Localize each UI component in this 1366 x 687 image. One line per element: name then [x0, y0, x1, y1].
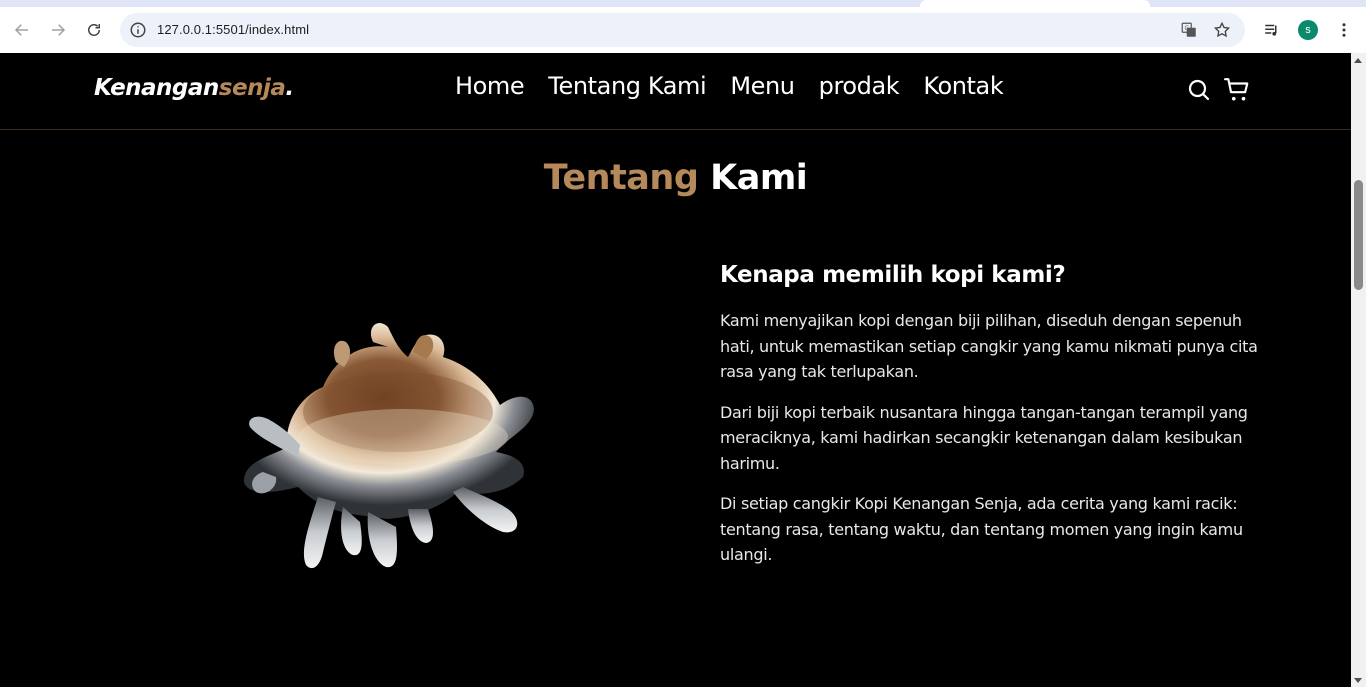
- back-icon[interactable]: [10, 18, 34, 42]
- nav-link-kontak[interactable]: Kontak: [923, 72, 1003, 100]
- about-heading: Kenapa memilih kopi kami?: [720, 262, 1066, 288]
- logo-main-text: Kenangan: [94, 75, 219, 101]
- site-info-icon[interactable]: [129, 21, 147, 39]
- scroll-up-arrow-icon[interactable]: [1354, 58, 1362, 63]
- nav-link-prodak[interactable]: prodak: [819, 72, 900, 100]
- nav-link-home[interactable]: Home: [455, 72, 525, 100]
- tab-strip: [0, 0, 1366, 7]
- section-title: Tentang Kami: [0, 158, 1351, 198]
- nav-icons: [1186, 77, 1250, 103]
- nav-link-menu[interactable]: Menu: [730, 72, 795, 100]
- logo-dot: .: [285, 75, 294, 101]
- section-title-main: Kami: [710, 158, 808, 198]
- scrollbar-thumb[interactable]: [1354, 180, 1363, 290]
- media-icon[interactable]: [1260, 18, 1284, 42]
- address-bar[interactable]: 127.0.0.1:5501/index.html G: [120, 13, 1245, 47]
- active-tab[interactable]: [920, 0, 1150, 7]
- about-paragraph: Kami menyajikan kopi dengan biji pilihan…: [720, 311, 1258, 381]
- translate-icon[interactable]: G: [1180, 21, 1198, 39]
- about-paragraph: Di setiap cangkir Kopi Kenangan Senja, a…: [720, 494, 1243, 564]
- logo-accent-text: senja: [218, 75, 286, 101]
- forward-icon[interactable]: [46, 18, 70, 42]
- cart-icon[interactable]: [1224, 77, 1250, 103]
- nav-menu: Home Tentang Kami Menu prodak Kontak: [455, 72, 1027, 100]
- coffee-splash-image: [238, 287, 538, 569]
- browser-toolbar: 127.0.0.1:5501/index.html G s: [0, 7, 1366, 53]
- profile-avatar[interactable]: s: [1298, 20, 1318, 40]
- kebab-menu-icon[interactable]: [1332, 18, 1356, 42]
- scroll-down-arrow-icon[interactable]: [1354, 678, 1362, 683]
- bookmark-star-icon[interactable]: [1213, 21, 1231, 39]
- page-viewport: Kenangansenja. Home Tentang Kami Menu pr…: [0, 53, 1351, 687]
- site-navbar: Kenangansenja. Home Tentang Kami Menu pr…: [0, 53, 1351, 130]
- splash-shape: [243, 322, 534, 569]
- page-scrollbar[interactable]: [1351, 53, 1366, 687]
- about-paragraph: Dari biji kopi terbaik nusantara hingga …: [720, 402, 1248, 473]
- about-content: Kenapa memilih kopi kami? Kami menyajika…: [720, 262, 1280, 583]
- svg-text:G: G: [1185, 25, 1190, 32]
- search-icon[interactable]: [1186, 77, 1212, 103]
- nav-link-tentang-kami[interactable]: Tentang Kami: [548, 72, 706, 100]
- reload-icon[interactable]: [82, 18, 106, 42]
- url-text[interactable]: 127.0.0.1:5501/index.html: [157, 22, 309, 37]
- section-title-accent: Tentang: [543, 158, 699, 198]
- site-logo[interactable]: Kenangansenja.: [94, 75, 294, 101]
